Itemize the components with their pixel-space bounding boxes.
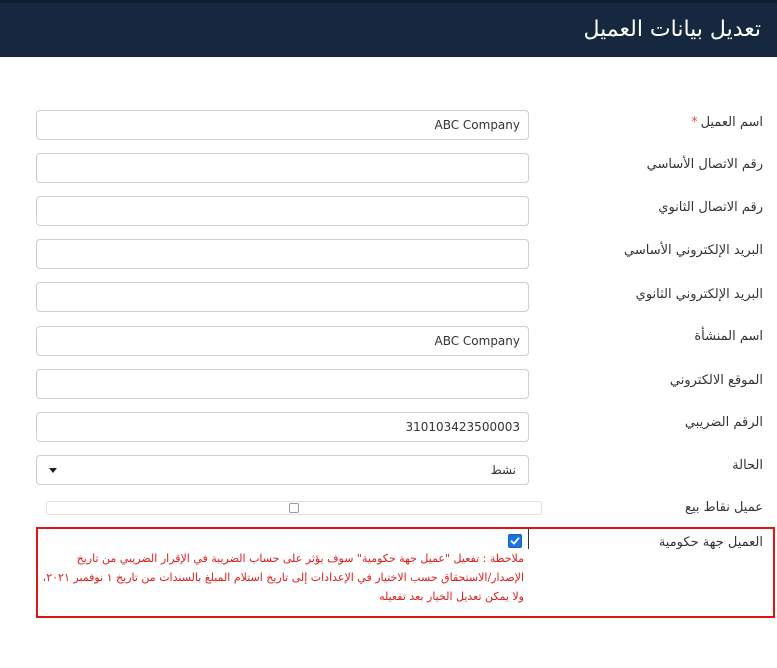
status-label: الحالة [732,458,763,473]
required-mark: * [691,115,698,130]
government-customer-label: العميل جهة حكومية [658,535,763,550]
secondary-email-label: البريد الإلكتروني الثانوي [635,287,763,302]
tax-number-label: الرقم الضريبي [684,415,763,430]
primary-phone-label: رقم الاتصال الأساسي [646,157,763,172]
note-line: ولا يمكن تعديل الخيار بعد تفعيله [379,590,524,603]
status-select[interactable]: نشط [36,455,529,485]
secondary-email-input[interactable] [36,282,529,312]
customer-name-label: اسم العميل* [691,115,763,130]
customer-name-input[interactable]: ABC Company [36,110,529,140]
primary-email-label: البريد الإلكتروني الأساسي [624,243,763,258]
primary-phone-input[interactable] [36,153,529,183]
pos-customer-checkbox[interactable] [289,503,299,513]
edit-customer-page: تعديل بيانات العميل اسم العميل* ABC Comp… [0,0,777,668]
note-line: الإصدار/الاستحقاق حسب الاختيار في الإعدا… [42,571,524,584]
primary-email-input[interactable] [36,239,529,269]
pos-customer-toggle[interactable] [46,501,542,515]
checkmark-icon [510,537,520,545]
tax-number-input[interactable]: 310103423500003 [36,412,529,442]
status-selected-value: نشط [490,463,516,477]
company-name-input[interactable]: ABC Company [36,326,529,356]
caret-down-icon [49,468,57,473]
company-name-label: اسم المنشأة [694,329,763,344]
note-line: ملاحظة : تفعيل "عميل جهة حكومية" سوف يؤث… [76,552,524,565]
website-input[interactable] [36,369,529,399]
government-customer-note: ملاحظة : تفعيل "عميل جهة حكومية" سوف يؤث… [38,549,524,606]
page-header: تعديل بيانات العميل [0,0,777,57]
page-title: تعديل بيانات العميل [583,17,761,42]
government-customer-checkbox[interactable] [508,534,522,548]
website-label: الموقع الالكتروني [669,373,763,388]
secondary-phone-input[interactable] [36,196,529,226]
pos-customer-label: عميل نقاط بيع [685,500,763,515]
field-divider [528,529,529,549]
secondary-phone-label: رقم الاتصال الثانوي [658,200,763,215]
